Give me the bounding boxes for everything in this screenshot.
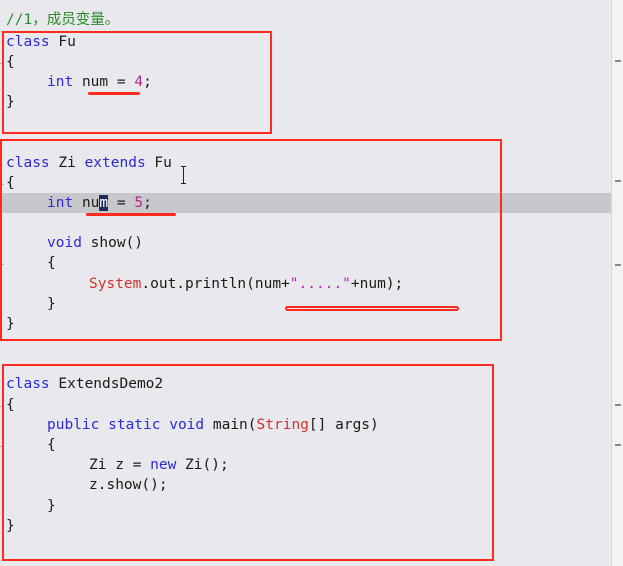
scroll-marker [615,404,621,406]
underline-num-fu [88,92,140,95]
underline-num-zi [86,213,176,216]
vertical-scrollbar[interactable] [611,0,623,566]
text-cursor-icon [181,166,187,184]
scroll-marker [615,180,621,182]
comment-line: //1，成员变量。 [6,12,120,28]
scroll-marker [615,264,621,266]
code-editor[interactable]: //1，成员变量。 class Fu { int num = 4; } clas… [0,0,612,566]
scroll-marker [615,60,621,62]
scroll-marker [615,444,621,446]
annotation-box-fu [2,31,272,134]
underline-println [285,306,459,311]
annotation-box-demo [2,364,494,561]
